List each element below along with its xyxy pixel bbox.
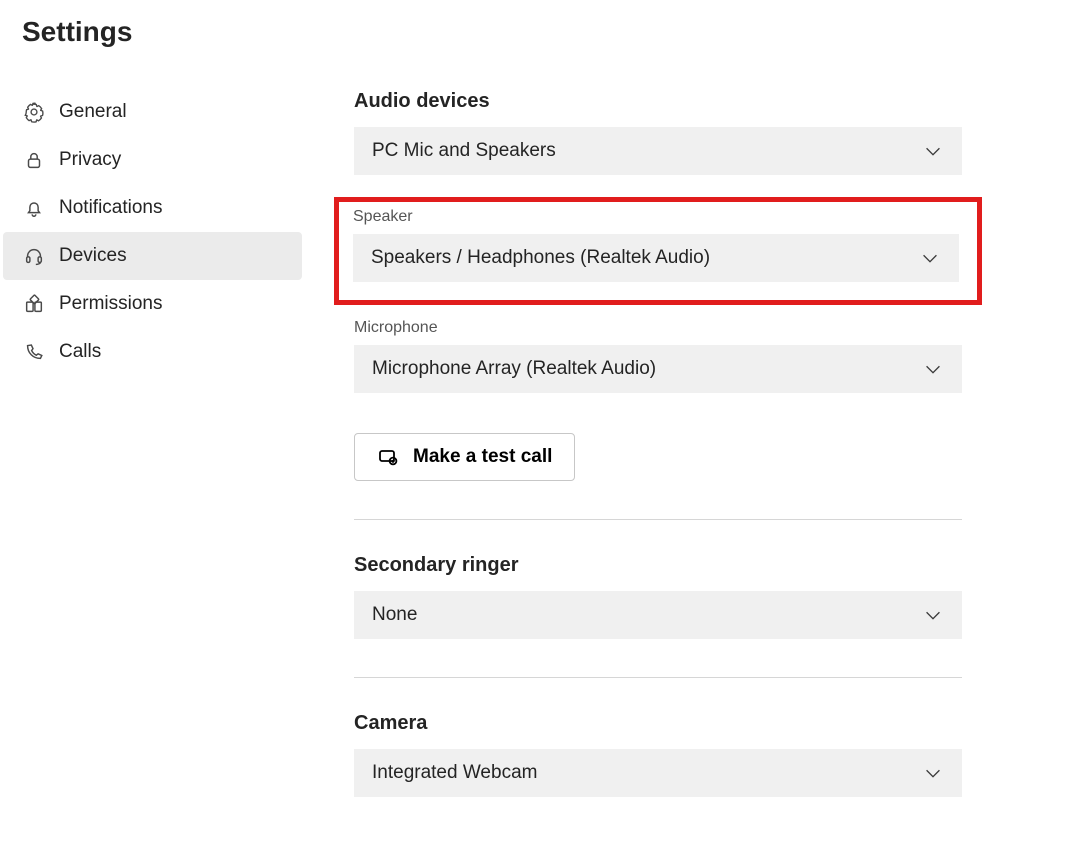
speaker-label: Speaker (353, 208, 959, 226)
secondary-ringer-dropdown[interactable]: None (354, 591, 962, 639)
button-label: Make a test call (413, 446, 552, 468)
speaker-dropdown[interactable]: Speakers / Headphones (Realtek Audio) (353, 234, 959, 282)
secondary-ringer-heading: Secondary ringer (354, 554, 968, 577)
sidebar-item-label: Calls (59, 341, 101, 363)
sidebar-item-privacy[interactable]: Privacy (3, 136, 302, 184)
chevron-down-icon (922, 358, 944, 380)
chevron-down-icon (922, 604, 944, 626)
camera-heading: Camera (354, 712, 968, 735)
sidebar-item-label: Privacy (59, 149, 121, 171)
sidebar-item-label: General (59, 101, 127, 123)
make-test-call-button[interactable]: Make a test call (354, 433, 575, 481)
test-call-icon (377, 445, 401, 469)
microphone-dropdown[interactable]: Microphone Array (Realtek Audio) (354, 345, 962, 393)
speaker-highlight-box: Speaker Speakers / Headphones (Realtek A… (334, 197, 982, 305)
chevron-down-icon (919, 247, 941, 269)
audio-device-dropdown[interactable]: PC Mic and Speakers (354, 127, 962, 175)
lock-icon (23, 149, 45, 171)
settings-sidebar: General Privacy Notifi (0, 80, 308, 797)
audio-devices-heading: Audio devices (354, 90, 968, 113)
divider (354, 677, 962, 678)
headset-icon (23, 245, 45, 267)
sidebar-item-calls[interactable]: Calls (3, 328, 302, 376)
gear-icon (23, 101, 45, 123)
sidebar-item-label: Devices (59, 245, 127, 267)
sidebar-item-permissions[interactable]: Permissions (3, 280, 302, 328)
phone-icon (23, 341, 45, 363)
dropdown-value: None (372, 604, 417, 626)
sidebar-item-label: Notifications (59, 197, 163, 219)
sidebar-item-notifications[interactable]: Notifications (3, 184, 302, 232)
bell-icon (23, 197, 45, 219)
microphone-label: Microphone (354, 319, 968, 337)
sidebar-item-label: Permissions (59, 293, 162, 315)
dropdown-value: Integrated Webcam (372, 762, 537, 784)
sidebar-item-devices[interactable]: Devices (3, 232, 302, 280)
settings-main: Audio devices PC Mic and Speakers Speake… (308, 80, 1088, 797)
sidebar-item-general[interactable]: General (3, 88, 302, 136)
camera-dropdown[interactable]: Integrated Webcam (354, 749, 962, 797)
chevron-down-icon (922, 762, 944, 784)
divider (354, 519, 962, 520)
chevron-down-icon (922, 140, 944, 162)
apps-icon (23, 293, 45, 315)
dropdown-value: Microphone Array (Realtek Audio) (372, 358, 656, 380)
page-title: Settings (22, 16, 1088, 48)
dropdown-value: Speakers / Headphones (Realtek Audio) (371, 247, 710, 269)
dropdown-value: PC Mic and Speakers (372, 140, 556, 162)
